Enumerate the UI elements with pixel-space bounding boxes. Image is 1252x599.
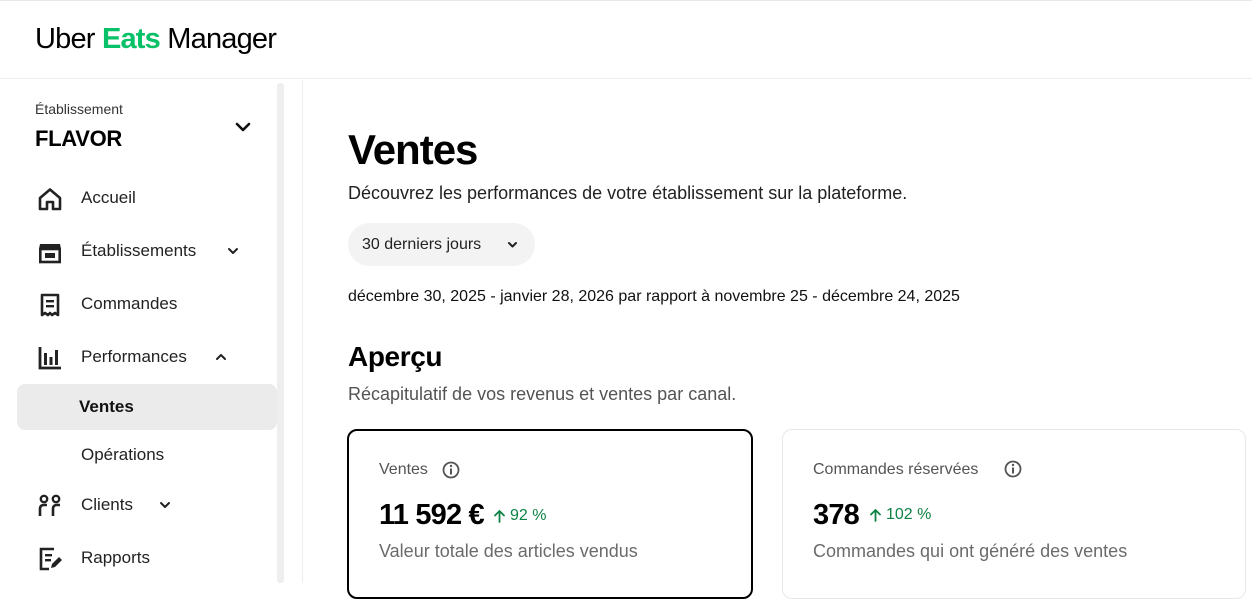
info-icon[interactable]	[1004, 460, 1022, 478]
store-icon	[38, 244, 61, 264]
establishment-label: Établissement	[35, 101, 123, 117]
sidebar-item-etablissements[interactable]: Établissements	[17, 228, 277, 274]
card-delta-value: 102 %	[886, 506, 932, 523]
info-icon[interactable]	[442, 461, 460, 479]
chevron-down-icon	[160, 502, 170, 508]
logo-product: Manager	[167, 23, 277, 55]
date-range-label: 30 derniers jours	[362, 235, 482, 253]
sidebar-item-accueil[interactable]: Accueil	[17, 175, 277, 221]
date-range-dropdown[interactable]: 30 derniers jours	[348, 223, 535, 266]
sidebar-item-label: Commandes	[81, 294, 178, 313]
card-description: Commandes qui ont généré des ventes	[813, 541, 1128, 561]
sidebar-item-rapports[interactable]: Rapports	[17, 535, 277, 581]
metric-card-commandes-reservees[interactable]: Commandes réservées 378 102 % Commandes …	[782, 429, 1246, 599]
sidebar-scrollbar[interactable]	[277, 83, 284, 583]
chevron-down-icon	[508, 242, 517, 248]
logo-brand: Uber	[35, 23, 95, 55]
sidebar-item-label: Établissements	[81, 241, 197, 260]
card-title: Commandes réservées	[813, 461, 979, 478]
home-icon	[38, 188, 62, 211]
sidebar-item-operations[interactable]: Opérations	[17, 432, 277, 478]
sidebar-item-label: Rapports	[81, 548, 150, 567]
users-icon	[38, 494, 61, 516]
chevron-down-icon	[228, 248, 238, 254]
establishment-name[interactable]: FLAVOR	[35, 126, 122, 152]
sidebar-item-ventes[interactable]: Ventes	[17, 384, 277, 430]
card-title: Ventes	[379, 461, 428, 478]
overview-subtitle: Récapitulatif de vos revenus et ventes p…	[348, 384, 737, 404]
arrow-up-icon	[494, 510, 505, 523]
establishment-chevron-down-icon[interactable]	[233, 117, 253, 137]
sidebar-item-label: Accueil	[81, 188, 136, 207]
sidebar-item-label: Ventes	[79, 397, 134, 416]
sidebar-item-clients[interactable]: Clients	[17, 482, 277, 528]
page-subtitle: Découvrez les performances de votre étab…	[348, 183, 908, 203]
sidebar-item-label: Performances	[81, 347, 187, 366]
overview-title: Aperçu	[348, 341, 443, 372]
uber-eats-manager-logo[interactable]: Uber Eats Manager	[35, 23, 277, 56]
logo-accent: Eats	[101, 23, 161, 55]
arrow-up-icon	[870, 509, 881, 522]
metric-card-ventes[interactable]: Ventes 11 592 € 92 % Valeur totale des a…	[347, 429, 753, 599]
receipt-icon	[40, 293, 60, 317]
card-value: 11 592 €	[379, 499, 485, 531]
bar-chart-icon	[38, 347, 61, 370]
sidebar-item-label: Clients	[81, 495, 133, 514]
report-icon	[39, 547, 62, 571]
sidebar-item-commandes[interactable]: Commandes	[17, 281, 277, 327]
chevron-up-icon	[216, 354, 226, 360]
sidebar-item-performances[interactable]: Performances	[17, 334, 277, 380]
card-delta-value: 92 %	[510, 507, 547, 524]
sidebar-item-label: Opérations	[81, 445, 165, 464]
date-range-comparison: décembre 30, 2025 - janvier 28, 2026 par…	[348, 288, 960, 305]
card-description: Valeur totale des articles vendus	[379, 541, 638, 561]
page-title: Ventes	[348, 126, 478, 173]
top-bar: Uber Eats Manager	[0, 0, 1252, 79]
card-delta: 92 %	[493, 507, 546, 525]
card-value: 378	[813, 499, 860, 531]
card-delta: 102 %	[869, 506, 931, 524]
